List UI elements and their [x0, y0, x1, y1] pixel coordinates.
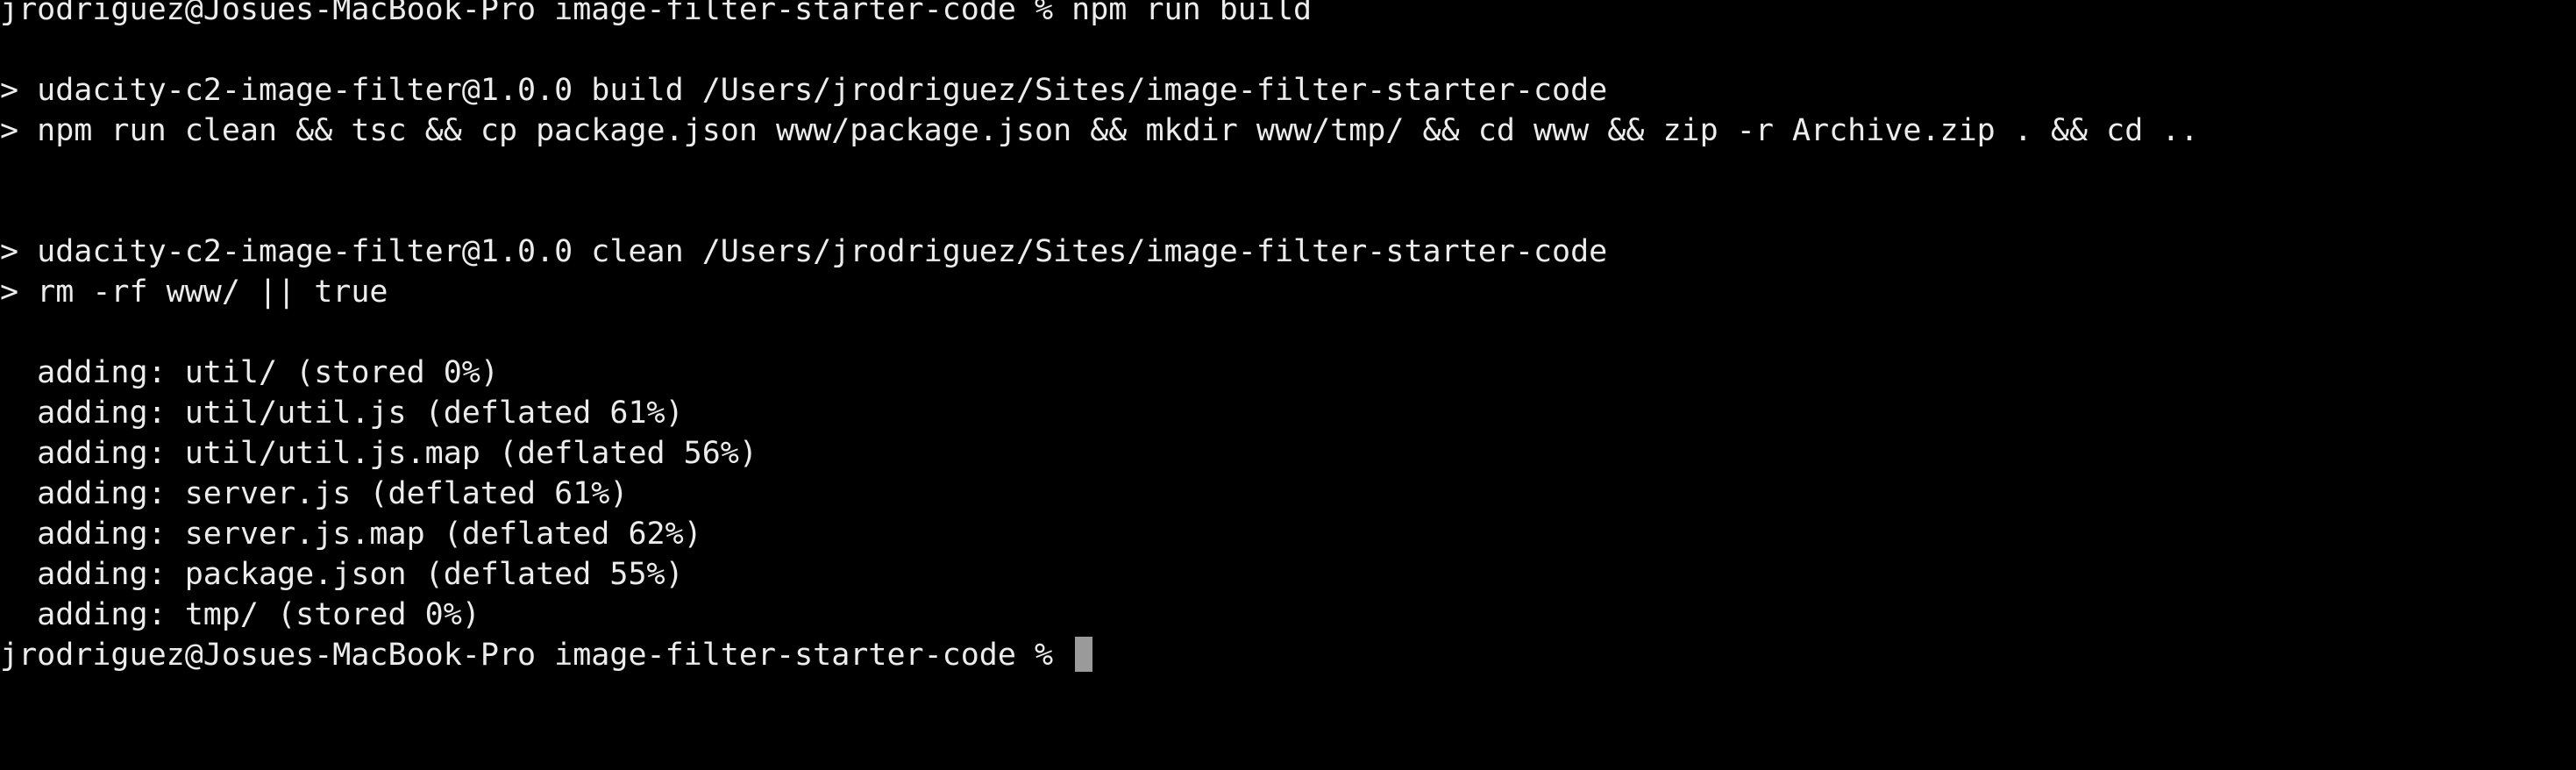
terminal-line: adding: server.js.map (deflated 62%) [0, 517, 702, 552]
text-cursor [1075, 637, 1093, 672]
terminal-line: > rm -rf www/ || true [0, 274, 388, 310]
terminal-output: jrodriguez@Josues-MacBook-Pro image-filt… [0, 0, 2199, 675]
terminal-line: > udacity-c2-image-filter@1.0.0 build /U… [0, 73, 1608, 108]
terminal-line: > npm run clean && tsc && cp package.jso… [0, 113, 2199, 148]
terminal-line: adding: package.json (deflated 55%) [0, 557, 684, 592]
terminal-line: adding: server.js (deflated 61%) [0, 476, 629, 511]
shell-prompt: jrodriguez@Josues-MacBook-Pro image-filt… [0, 638, 1072, 673]
terminal-line: > udacity-c2-image-filter@1.0.0 clean /U… [0, 234, 1608, 269]
terminal-line: adding: util/util.js (deflated 61%) [0, 396, 684, 431]
terminal-line: adding: util/ (stored 0%) [0, 355, 499, 390]
terminal-window[interactable]: jrodriguez@Josues-MacBook-Pro image-filt… [0, 0, 2576, 770]
terminal-line: adding: tmp/ (stored 0%) [0, 597, 480, 632]
terminal-line: jrodriguez@Josues-MacBook-Pro image-filt… [0, 0, 1313, 27]
prompt-line[interactable]: jrodriguez@Josues-MacBook-Pro image-filt… [0, 635, 2199, 675]
terminal-line: adding: util/util.js.map (deflated 56%) [0, 436, 758, 471]
